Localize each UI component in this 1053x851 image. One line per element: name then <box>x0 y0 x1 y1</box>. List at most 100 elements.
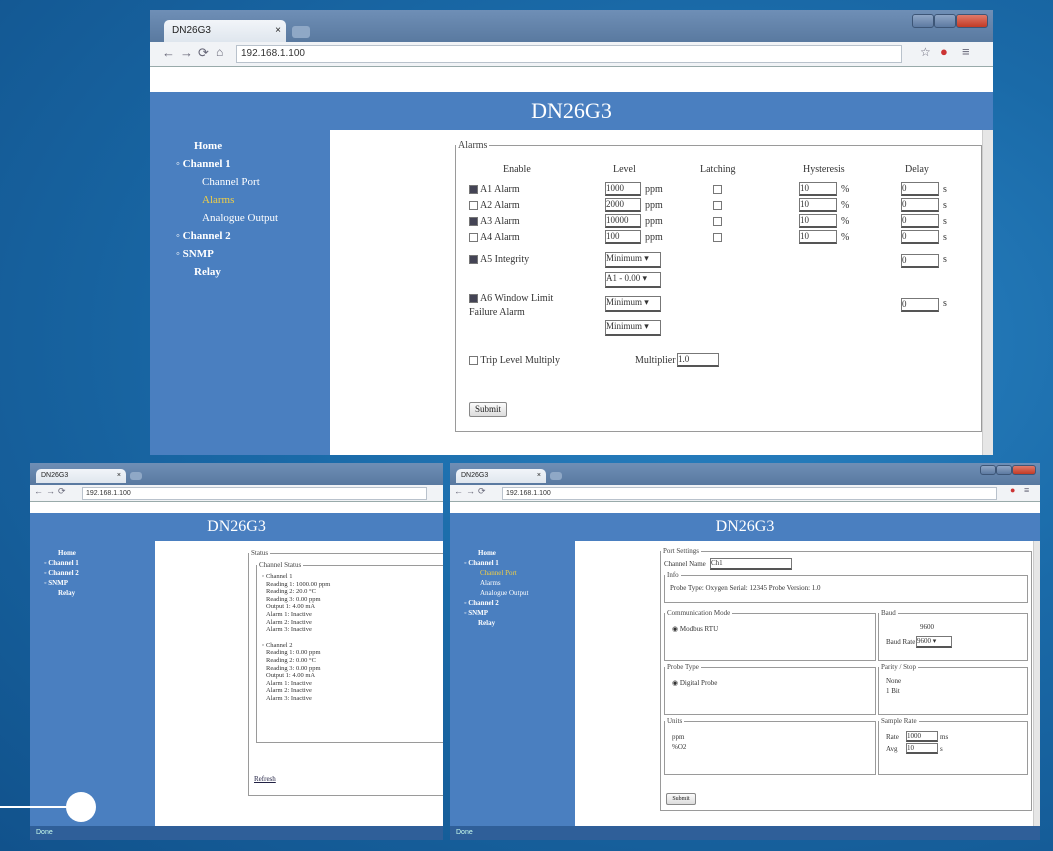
channel-name-input[interactable]: Ch1 <box>710 558 792 570</box>
browser-tab[interactable]: DN26G3 × <box>164 20 286 42</box>
sidebar-item-analogue-output[interactable]: Analogue Output <box>480 589 528 597</box>
alarm-enable-checkbox[interactable] <box>469 217 478 227</box>
alarm-latching-checkbox[interactable] <box>713 216 722 227</box>
sample-rate-input-1[interactable]: 1000 <box>906 731 938 742</box>
window-select-1[interactable]: Minimum ▾ <box>605 296 661 312</box>
reload-icon[interactable]: ⟳ <box>198 45 209 61</box>
extension-icon[interactable]: ● <box>940 44 948 59</box>
alarm-latching-checkbox[interactable] <box>713 184 722 195</box>
multiplier-input[interactable]: 1.0 <box>677 353 719 367</box>
tab-close-icon[interactable]: × <box>117 469 121 483</box>
tab-close-icon[interactable]: × <box>275 20 281 42</box>
minimize-button[interactable] <box>980 465 996 475</box>
browser-tab[interactable]: DN26G3 × <box>456 469 546 483</box>
sidebar-item-channel-port[interactable]: Channel Port <box>480 569 517 577</box>
alarm-enable-checkbox[interactable] <box>469 233 478 243</box>
maximize-button[interactable] <box>996 465 1012 475</box>
sample-rate-unit-1: ms <box>940 733 949 741</box>
address-bar[interactable]: 192.168.1.100 <box>236 45 902 63</box>
sidebar-item-alarms[interactable]: Alarms <box>202 194 234 206</box>
sidebar-item-relay[interactable]: Relay <box>58 589 75 597</box>
window-delay-input[interactable]: 0 <box>901 298 939 312</box>
integrity-select-2[interactable]: A1 - 0.00 ▾ <box>605 272 661 288</box>
status-legend: Status <box>251 549 269 557</box>
page-scrollbar[interactable] <box>982 130 993 455</box>
sidebar-item-home[interactable]: Home <box>194 140 222 152</box>
sidebar-item-relay[interactable]: Relay <box>194 266 221 278</box>
window-enable-checkbox[interactable] <box>469 294 478 304</box>
sidebar-item-home[interactable]: Home <box>58 549 76 557</box>
sidebar-item-channel-port[interactable]: Channel Port <box>202 176 260 188</box>
tab-close-icon[interactable]: × <box>537 469 541 483</box>
forward-icon[interactable]: → <box>180 45 193 60</box>
minimize-button[interactable] <box>912 14 934 28</box>
alarm-delay-input[interactable]: 0 <box>901 214 939 228</box>
forward-icon[interactable]: → <box>466 486 475 496</box>
new-tab-button[interactable] <box>292 26 310 38</box>
sample-rate-input-2[interactable]: 10 <box>906 743 938 754</box>
page-title: DN26G3 <box>715 518 775 535</box>
sidebar-item-channel-1[interactable]: ◦ Channel 1 <box>44 559 79 567</box>
alarm-hysteresis-input[interactable]: 10 <box>799 214 837 228</box>
reload-icon[interactable]: ⟳ <box>478 486 486 497</box>
integrity-delay-input[interactable]: 0 <box>901 254 939 268</box>
page-banner: DN26G3 <box>150 92 993 130</box>
alarm-hysteresis-unit: % <box>841 232 850 243</box>
trip-enable-checkbox[interactable] <box>469 356 478 366</box>
alarm-level-input[interactable]: 10000 <box>605 214 641 228</box>
star-icon[interactable]: ☆ <box>920 45 931 59</box>
close-window-button[interactable] <box>1012 465 1036 475</box>
alarm-delay-input[interactable]: 0 <box>901 182 939 196</box>
home-icon[interactable]: ⌂ <box>216 45 223 59</box>
back-icon[interactable]: ← <box>454 486 463 496</box>
menu-icon[interactable]: ≡ <box>962 44 970 59</box>
sidebar-item-channel-2[interactable]: ◦ Channel 2 <box>464 599 499 607</box>
forward-icon[interactable]: → <box>46 486 55 496</box>
reload-icon[interactable]: ⟳ <box>58 486 66 497</box>
alarm-hysteresis-input[interactable]: 10 <box>799 230 837 244</box>
extension-icon[interactable]: ● <box>1010 485 1015 495</box>
maximize-button[interactable] <box>934 14 956 28</box>
sidebar-item-analogue-output[interactable]: Analogue Output <box>202 212 278 224</box>
alarm-latching-checkbox[interactable] <box>713 232 722 243</box>
back-icon[interactable]: ← <box>162 45 175 60</box>
alarm-level-input[interactable]: 100 <box>605 230 641 244</box>
sidebar-item-channel-1[interactable]: ◦ Channel 1 <box>464 559 499 567</box>
browser-tab[interactable]: DN26G3 × <box>36 469 126 483</box>
refresh-link[interactable]: Refresh <box>254 775 276 783</box>
sidebar-item-channel-1[interactable]: ◦ Channel 1 <box>176 158 231 170</box>
baud-rate-select[interactable]: 9600 ▾ <box>916 636 952 648</box>
alarm-delay-unit: s <box>943 216 947 227</box>
new-tab-button[interactable] <box>550 472 562 480</box>
address-bar[interactable]: 192.168.1.100 <box>502 487 997 500</box>
alarm-hysteresis-input[interactable]: 10 <box>799 182 837 196</box>
sidebar-item-alarms[interactable]: Alarms <box>480 579 501 587</box>
channel-status-list: ◦ Channel 1 Reading 1: 1000.00 ppm Readin… <box>262 573 330 703</box>
sidebar-item-snmp[interactable]: ◦ SNMP <box>176 248 214 260</box>
sidebar-item-relay[interactable]: Relay <box>478 619 495 627</box>
submit-button[interactable]: Submit <box>666 793 696 805</box>
sidebar-item-snmp[interactable]: ◦ SNMP <box>44 579 68 587</box>
sidebar-item-home[interactable]: Home <box>478 549 496 557</box>
sidebar-item-snmp[interactable]: ◦ SNMP <box>464 609 488 617</box>
alarm-delay-input[interactable]: 0 <box>901 230 939 244</box>
page-scrollbar[interactable] <box>1033 541 1040 826</box>
alarm-latching-checkbox[interactable] <box>713 200 722 211</box>
integrity-enable-checkbox[interactable] <box>469 255 478 265</box>
address-bar[interactable]: 192.168.1.100 <box>82 487 427 500</box>
alarm-delay-input[interactable]: 0 <box>901 198 939 212</box>
alarm-enable-checkbox[interactable] <box>469 201 478 211</box>
sidebar-item-channel-2[interactable]: ◦ Channel 2 <box>176 230 231 242</box>
submit-button[interactable]: Submit <box>469 402 507 417</box>
menu-icon[interactable]: ≡ <box>1024 485 1029 495</box>
integrity-select-1[interactable]: Minimum ▾ <box>605 252 661 268</box>
alarm-hysteresis-input[interactable]: 10 <box>799 198 837 212</box>
close-window-button[interactable] <box>956 14 988 28</box>
sidebar-item-channel-2[interactable]: ◦ Channel 2 <box>44 569 79 577</box>
alarm-enable-checkbox[interactable] <box>469 185 478 195</box>
window-select-2[interactable]: Minimum ▾ <box>605 320 661 336</box>
alarm-level-input[interactable]: 1000 <box>605 182 641 196</box>
alarm-level-input[interactable]: 2000 <box>605 198 641 212</box>
new-tab-button[interactable] <box>130 472 142 480</box>
back-icon[interactable]: ← <box>34 486 43 496</box>
